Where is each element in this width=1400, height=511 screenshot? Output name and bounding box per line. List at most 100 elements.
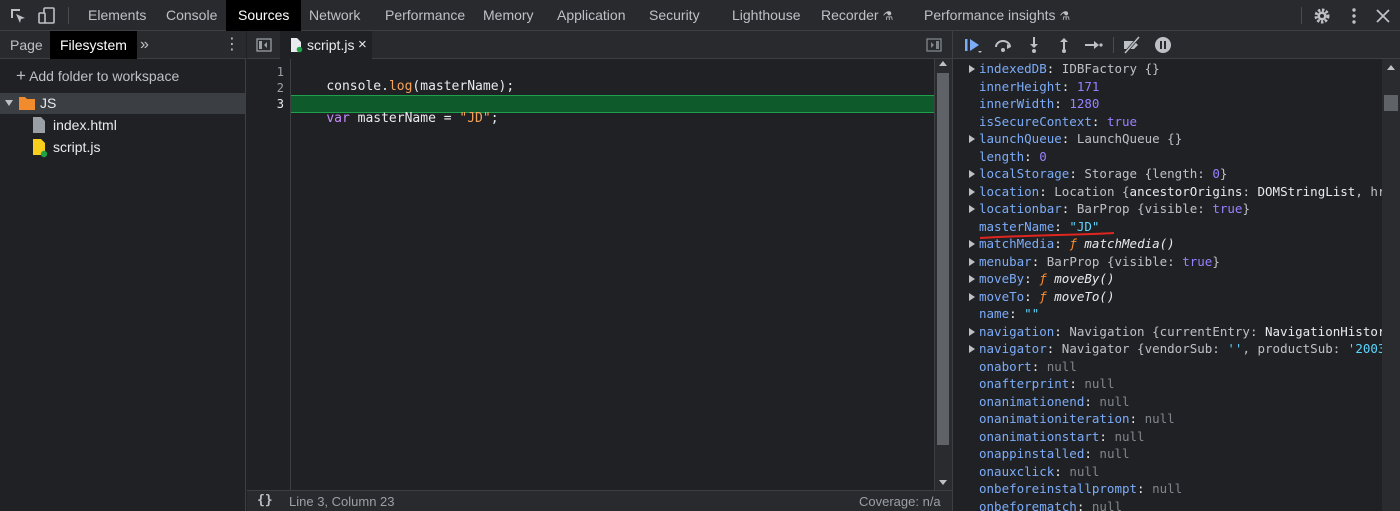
scroll-up-arrow-icon[interactable] <box>939 61 947 66</box>
property-name: moveTo: ƒ moveTo() <box>979 288 1115 304</box>
tab-console[interactable]: Console <box>154 0 229 31</box>
property-value: } <box>1242 201 1250 216</box>
editor-tab-script-js[interactable]: script.js × <box>280 31 372 59</box>
property-value: null <box>1099 393 1130 409</box>
property-name: onabort: null <box>979 358 1077 374</box>
line-number[interactable]: 3 <box>277 97 284 111</box>
property-value: BarProp {visible: <box>1046 253 1183 269</box>
expand-arrow-icon[interactable] <box>969 292 975 301</box>
property-value: null <box>1084 376 1115 391</box>
property-name: onanimationiteration: null <box>979 411 1175 426</box>
tab-recorder[interactable]: Recorder ⚗ <box>809 0 905 31</box>
expand-arrow-icon[interactable] <box>969 170 975 178</box>
property-value: BarProp {visible: <box>1076 201 1213 216</box>
scroll-thumb[interactable] <box>937 73 949 445</box>
property-value: ancestorOrigins <box>1129 183 1243 199</box>
property-name: onauxclick: null <box>979 463 1100 479</box>
tab-elements[interactable]: Elements <box>76 0 158 31</box>
cursor-position: Line 3, Column 23 <box>289 494 395 509</box>
add-folder-to-workspace-button[interactable]: + Add folder to workspace <box>16 66 179 86</box>
pause-on-exceptions-icon[interactable] <box>1153 36 1173 54</box>
tree-file-script-js[interactable]: script.js <box>30 137 230 158</box>
scope-scrollbar[interactable] <box>1382 59 1400 511</box>
tab-filesystem[interactable]: Filesystem <box>50 31 137 59</box>
property-name: innerHeight: 171 <box>979 78 1100 94</box>
toggle-navigator-icon[interactable] <box>256 37 272 53</box>
tree-folder-js[interactable]: JS <box>0 93 245 114</box>
tab-security[interactable]: Security <box>637 0 712 31</box>
expand-arrow-icon[interactable] <box>969 187 975 196</box>
toolbar-divider <box>68 7 69 24</box>
tab-performance[interactable]: Performance <box>373 0 477 31</box>
scope-variables-pane: indexedDB: IDBFactory {} innerHeight: 171… <box>952 59 1382 511</box>
step-over-icon[interactable] <box>993 36 1013 54</box>
tab-memory[interactable]: Memory <box>471 0 546 31</box>
scroll-down-arrow-icon[interactable] <box>939 480 947 485</box>
code-line-3[interactable]: var masterName = "JD"; <box>295 96 498 141</box>
property-value: true <box>1212 201 1243 216</box>
property-name: navigator: Navigator {vendorSub: '', pro… <box>979 340 1382 358</box>
tab-page[interactable]: Page <box>0 31 53 59</box>
tab-performance-insights[interactable]: Performance insights ⚗ <box>912 0 1082 31</box>
tab-application[interactable]: Application <box>545 0 638 31</box>
property-value: 1280 <box>1069 96 1100 111</box>
expand-arrow-icon[interactable] <box>969 135 975 143</box>
navigator-menu-icon[interactable]: ⋮ <box>222 31 242 59</box>
editor-scrollbar[interactable] <box>934 59 952 490</box>
expand-arrow-icon[interactable] <box>969 345 975 353</box>
property-value: : <box>1242 183 1258 199</box>
scroll-thumb[interactable] <box>1384 95 1398 111</box>
expand-arrow-icon[interactable] <box>5 100 13 106</box>
expand-arrow-icon[interactable] <box>969 65 975 73</box>
close-devtools-icon[interactable] <box>1373 6 1393 26</box>
expand-arrow-icon[interactable] <box>969 205 975 213</box>
settings-gear-icon[interactable] <box>1312 6 1332 26</box>
device-toolbar-icon[interactable] <box>37 6 57 26</box>
tree-file-index-html[interactable]: index.html <box>30 115 230 136</box>
tab-network[interactable]: Network <box>297 0 372 31</box>
toggle-debugger-icon[interactable] <box>926 37 942 53</box>
tab-lighthouse[interactable]: Lighthouse <box>720 0 813 31</box>
inspect-element-icon[interactable] <box>8 6 28 26</box>
property-name: location: Location {ancestorOrigins: DOM… <box>979 183 1382 201</box>
tab-sources[interactable]: Sources <box>226 0 302 31</box>
expand-arrow-icon[interactable] <box>969 275 975 283</box>
expand-arrow-icon[interactable] <box>969 327 975 336</box>
property-value: moveTo() <box>1054 288 1115 304</box>
property-value: true <box>1106 113 1138 129</box>
deactivate-breakpoints-icon[interactable] <box>1122 36 1142 54</box>
property-name: locationbar: BarProp {visible: true} <box>979 201 1250 216</box>
more-tabs-chevron-icon[interactable]: » <box>138 31 151 59</box>
expand-arrow-icon[interactable] <box>969 257 975 266</box>
step-out-icon[interactable] <box>1054 36 1074 54</box>
property-value: true <box>1182 253 1213 269</box>
property-value: 0 <box>1212 166 1220 181</box>
pretty-print-icon[interactable]: {} <box>257 493 273 508</box>
file-navigator: Page Filesystem » ⋮ + Add folder to work… <box>0 31 246 511</box>
resume-script-icon[interactable] <box>963 36 983 54</box>
js-file-modified-icon <box>291 38 303 53</box>
line-number[interactable]: 2 <box>277 81 284 95</box>
navigator-tabs: Page Filesystem » ⋮ <box>0 31 246 59</box>
code-editor[interactable]: console.log(masterName); var masterName … <box>291 59 934 490</box>
line-number[interactable]: 1 <box>277 65 284 79</box>
experimental-flask-icon: ⚗ <box>1059 9 1071 23</box>
red-underline-annotation <box>979 232 1115 239</box>
expand-arrow-icon[interactable] <box>969 240 975 248</box>
property-value: '200301 <box>1347 341 1382 356</box>
step-icon[interactable] <box>1083 36 1103 54</box>
property-name: onanimationend: null <box>979 393 1130 409</box>
coverage-status[interactable]: Coverage: n/a <box>859 494 941 509</box>
scroll-up-arrow-icon[interactable] <box>1387 65 1395 70</box>
property-value: null <box>1099 446 1130 461</box>
line-number-gutter: 1 2 3 <box>247 59 291 490</box>
folder-icon <box>19 97 35 110</box>
step-into-icon[interactable] <box>1024 36 1044 54</box>
property-value: Navigation {currentEntry: <box>1069 323 1265 339</box>
more-options-icon[interactable] <box>1344 6 1364 26</box>
file-icon <box>33 117 45 133</box>
close-tab-icon[interactable]: × <box>358 36 367 53</box>
property-value: null <box>1152 481 1183 496</box>
file-name: index.html <box>53 117 117 133</box>
property-value: null <box>1144 411 1175 426</box>
